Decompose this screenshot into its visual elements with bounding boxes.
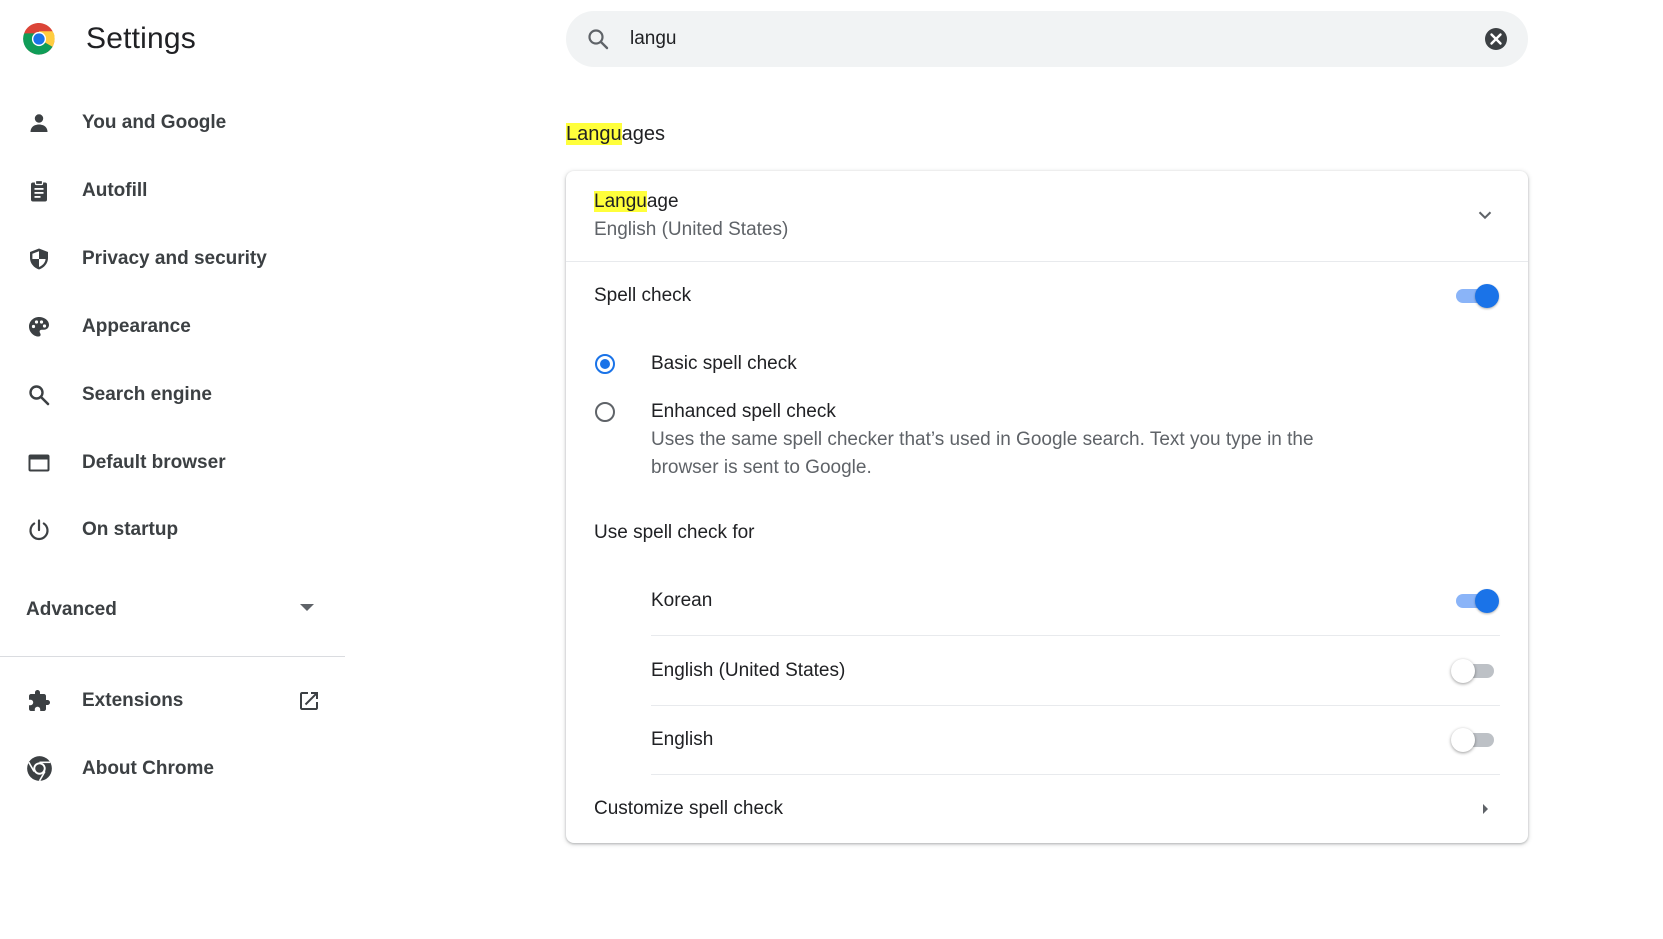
customize-spell-check-label: Customize spell check [594,798,784,819]
sidebar-item-autofill[interactable]: Autofill [0,161,345,221]
sidebar-item-on-startup[interactable]: On startup [0,500,345,560]
open-in-new-icon [300,692,318,710]
spell-check-toggle[interactable] [1453,283,1499,308]
sidebar-item-default-browser[interactable]: Default browser [0,433,345,493]
row-divider [651,635,1500,636]
basic-spell-check-label: Basic spell check [651,353,797,374]
chevron-down-icon [1478,211,1492,220]
section-title-languages: Languages [566,121,665,147]
sidebar-item-search-engine[interactable]: Search engine [0,365,345,425]
sidebar-item-about-chrome[interactable]: About Chrome [0,739,345,799]
chrome-logo-icon [23,22,55,55]
toggle-knob [1475,589,1499,613]
dropdown-arrow-icon [300,604,314,611]
languages-card: Language English (United States) Spell c… [566,171,1528,843]
browser-window-icon [28,454,50,472]
enhanced-spell-check-label: Enhanced spell check [651,401,836,422]
language-korean-label: Korean [651,590,713,611]
search-icon [588,29,609,50]
clipboard-icon [31,179,47,202]
advanced-label: Advanced [26,599,117,620]
language-value: English (United States) [594,219,789,240]
enhanced-spell-check-description-2: browser is sent to Google. [651,457,872,478]
palette-icon [29,317,49,337]
english-spell-check-toggle[interactable] [1451,727,1499,752]
sidebar-item-label: Default browser [82,452,226,473]
sidebar-item-privacy-and-security[interactable]: Privacy and security [0,229,345,289]
page-title: Settings [86,22,196,55]
customize-spell-check-row[interactable]: Customize spell check [566,775,1528,843]
language-english-label: English [651,729,714,750]
puzzle-icon [29,690,50,711]
search-highlight: Langu [566,123,622,145]
row-divider [566,261,1528,262]
language-label: Language [594,189,679,215]
sidebar-item-label: Privacy and security [82,248,267,269]
toggle-knob [1475,284,1499,308]
sidebar-item-appearance[interactable]: Appearance [0,297,345,357]
section-title-rest: ages [621,123,665,145]
toggle-knob [1451,728,1475,752]
sidebar-item-label: About Chrome [82,758,214,779]
language-label-rest: age [646,191,679,212]
sidebar-item-label: You and Google [82,112,227,133]
chevron-right-icon [1483,804,1488,814]
sidebar-item-label: On startup [82,519,179,540]
chrome-icon [27,756,52,782]
person-icon [30,114,48,132]
use-spell-check-for-label: Use spell check for [594,522,755,543]
search-highlight: Langu [594,191,647,212]
sidebar-item-label: Search engine [82,384,212,405]
advanced-section-toggle[interactable]: Advanced [0,585,345,635]
language-row[interactable]: Language English (United States) [566,171,1528,261]
sidebar-item-label: Extensions [82,690,184,711]
enhanced-spell-check-description: Uses the same spell checker that’s used … [651,429,1314,450]
sidebar-item-label: Appearance [82,316,191,337]
basic-spell-check-radio[interactable] [595,354,615,374]
sidebar-item-label: Autofill [82,180,148,201]
english-us-spell-check-toggle[interactable] [1451,658,1499,683]
clear-search-button[interactable] [1484,27,1508,51]
enhanced-spell-check-radio[interactable] [595,402,615,422]
power-icon [29,519,49,541]
korean-spell-check-toggle[interactable] [1453,588,1499,613]
language-english-us-label: English (United States) [651,660,846,681]
search-input[interactable] [630,25,1450,53]
shield-icon [30,248,48,270]
toggle-knob [1451,659,1475,683]
spell-check-label: Spell check [594,285,692,306]
search-icon [29,385,50,406]
sidebar-item-you-and-google[interactable]: You and Google [0,93,345,153]
row-divider [651,705,1500,706]
sidebar-item-extensions[interactable]: Extensions [0,671,345,731]
sidebar-divider [0,656,345,657]
